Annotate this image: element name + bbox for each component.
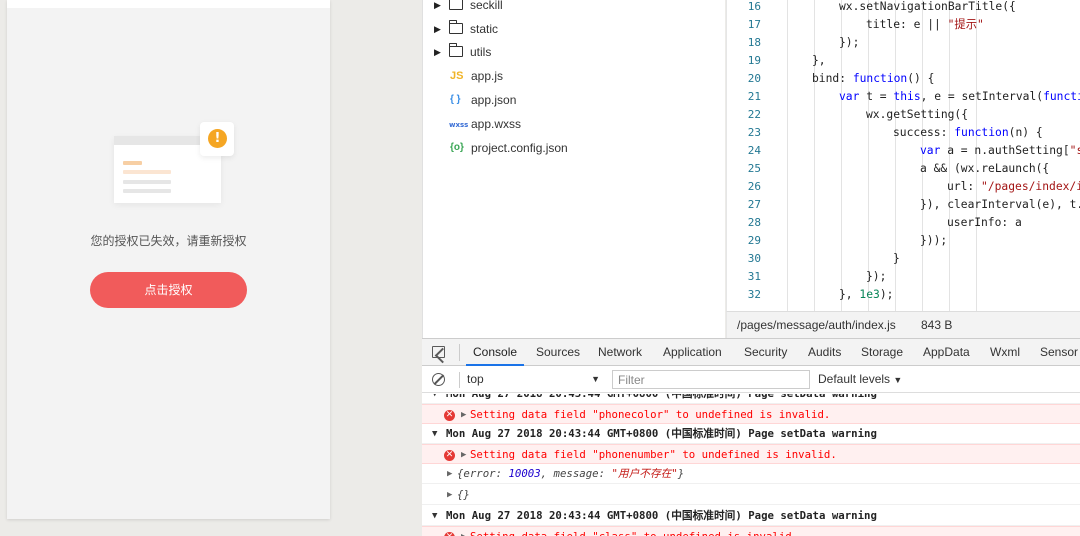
console-group-header[interactable]: ▼ Mon Aug 27 2018 20:43:44 GMT+0800 (中国标…	[422, 424, 1080, 444]
code-line: bind: function() {	[812, 72, 935, 85]
navigation-bar	[7, 0, 330, 8]
expand-arrow-icon[interactable]: ▶	[461, 405, 466, 425]
expand-arrow-icon[interactable]: ▶	[461, 445, 466, 465]
code-content[interactable]: wx.setNavigationBarTitle({ title: e || "…	[767, 0, 1080, 311]
code-line: }, 1e3);	[839, 288, 894, 301]
code-line: title: e || "提示"	[866, 18, 984, 31]
code-line: wx.getSetting({	[866, 108, 969, 121]
expand-arrow-icon[interactable]: ▶	[434, 18, 441, 40]
console-error-row[interactable]: ✕ ▶ Setting data field "phonenumber" to …	[422, 444, 1080, 464]
console-object-row[interactable]: ▶ {}	[422, 485, 1080, 505]
json-file-icon: { }	[450, 94, 461, 105]
dropdown-arrow-icon: ▼	[591, 374, 600, 384]
console-object-row[interactable]: ▶ {error: 10003, message: "用户不存在"}	[422, 464, 1080, 484]
collapse-arrow-icon[interactable]: ▼	[432, 394, 437, 404]
tab-sources[interactable]: Sources	[536, 339, 580, 366]
error-icon: ✕	[444, 410, 455, 421]
file-size: 843 B	[921, 318, 953, 332]
expand-arrow-icon[interactable]: ▶	[434, 0, 441, 16]
devtools-tab-bar: Console Sources Network Application Secu…	[422, 339, 1080, 366]
folder-icon	[449, 0, 463, 10]
tree-item-app-wxss[interactable]: wxss app.wxss	[423, 113, 723, 135]
tab-network[interactable]: Network	[598, 339, 642, 366]
collapse-arrow-icon[interactable]: ▼	[432, 506, 437, 526]
code-line: }));	[920, 234, 948, 247]
auth-expired-illustration: !	[114, 120, 234, 210]
line-number-gutter: 16 17 18 19 20 21 22 23 24 25 26 27 28 2…	[747, 0, 761, 301]
config-file-icon: {o}	[450, 142, 464, 153]
console-group-header[interactable]: ▼ Mon Aug 27 2018 20:43:44 GMT+0800 (中国标…	[422, 394, 1080, 404]
tab-security[interactable]: Security	[744, 339, 787, 366]
folder-icon	[449, 43, 463, 57]
tree-item-static[interactable]: ▶ static	[423, 18, 723, 40]
tree-item-utils[interactable]: ▶ utils	[423, 41, 723, 63]
js-file-icon: JS	[450, 70, 464, 82]
collapse-arrow-icon[interactable]: ▼	[432, 424, 437, 444]
warning-icon: !	[208, 129, 227, 148]
authorize-button[interactable]: 点击授权	[90, 272, 247, 308]
tree-item-app-js[interactable]: JS app.js	[423, 65, 723, 87]
code-line: a && (wx.reLaunch({	[920, 162, 1050, 175]
code-line: var t = this, e = setInterval(functi	[839, 90, 1080, 103]
filter-input[interactable]	[612, 370, 810, 389]
expand-arrow-icon[interactable]: ▶	[447, 464, 452, 484]
tab-sensor[interactable]: Sensor	[1040, 339, 1078, 366]
folder-icon	[449, 20, 463, 34]
console-error-row[interactable]: ✕ ▶ Setting data field "phonecolor" to u…	[422, 404, 1080, 424]
tree-item-project-config-json[interactable]: {o} project.config.json	[423, 137, 723, 159]
devtools-panel: Console Sources Network Application Secu…	[422, 338, 1080, 536]
tab-storage[interactable]: Storage	[861, 339, 903, 366]
console-group-header[interactable]: ▼ Mon Aug 27 2018 20:43:44 GMT+0800 (中国标…	[422, 506, 1080, 526]
simulator-screen: ! 您的授权已失效，请重新授权 点击授权	[7, 0, 330, 519]
console-toolbar: top ▼ Default levels ▼	[422, 366, 1080, 393]
console-output[interactable]: ▼ Mon Aug 27 2018 20:43:44 GMT+0800 (中国标…	[422, 394, 1080, 536]
code-line: });	[839, 36, 860, 49]
error-icon: ✕	[444, 450, 455, 461]
error-icon: ✕	[444, 532, 455, 536]
code-line: var a = n.authSetting["s	[920, 144, 1080, 157]
tree-item-app-json[interactable]: { } app.json	[423, 89, 723, 111]
inspect-element-icon[interactable]	[432, 346, 445, 358]
code-line: },	[812, 54, 826, 67]
tree-item-seckill[interactable]: ▶ seckill	[423, 0, 723, 16]
expand-arrow-icon[interactable]: ▶	[434, 41, 441, 63]
tab-appdata[interactable]: AppData	[923, 339, 970, 366]
code-line: });	[866, 270, 887, 283]
tab-application[interactable]: Application	[663, 339, 722, 366]
code-editor[interactable]: 16 17 18 19 20 21 22 23 24 25 26 27 28 2…	[726, 0, 1080, 311]
auth-expired-message: 您的授权已失效，请重新授权	[90, 234, 247, 248]
console-error-row[interactable]: ✕ ▶ Setting data field "class" to undefi…	[422, 526, 1080, 536]
expand-arrow-icon[interactable]: ▶	[447, 485, 452, 505]
code-line: url: "/pages/index/i	[947, 180, 1080, 193]
wxss-file-icon: wxss	[449, 121, 469, 129]
clear-console-icon[interactable]	[432, 373, 445, 386]
log-levels-dropdown[interactable]: Default levels ▼	[818, 370, 902, 390]
code-line: success: function(n) {	[893, 126, 1043, 139]
code-line: }), clearInterval(e), t.	[920, 198, 1080, 211]
tab-wxml[interactable]: Wxml	[990, 339, 1020, 366]
file-path: /pages/message/auth/index.js	[737, 318, 896, 332]
tab-console[interactable]: Console	[466, 339, 525, 366]
context-selector[interactable]: top ▼	[467, 370, 603, 389]
tab-audits[interactable]: Audits	[808, 339, 841, 366]
code-line: userInfo: a	[947, 216, 1022, 229]
code-line: }	[893, 252, 900, 265]
code-line: wx.setNavigationBarTitle({	[839, 0, 1016, 13]
dropdown-arrow-icon: ▼	[893, 375, 903, 385]
file-tree: ▶ seckill ▶ static ▶ utils JS app.js { }…	[422, 0, 725, 338]
editor-status-bar: /pages/message/auth/index.js 843 B	[726, 311, 1080, 338]
expand-arrow-icon[interactable]: ▶	[461, 527, 466, 536]
